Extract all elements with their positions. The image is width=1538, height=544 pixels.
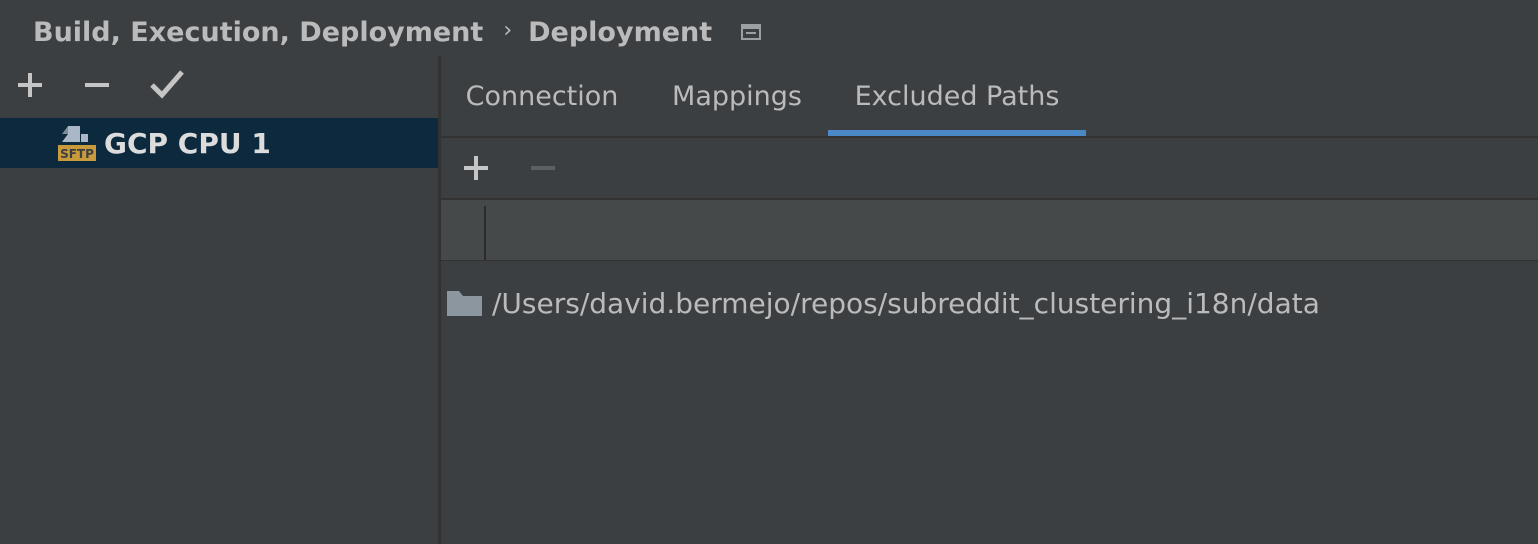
server-label: GCP CPU 1 [104, 126, 271, 160]
remove-excluded-path-button[interactable] [523, 148, 563, 188]
add-server-button[interactable] [10, 65, 50, 105]
window-icon [740, 21, 762, 43]
minus-icon [531, 166, 555, 170]
plus-icon [464, 156, 488, 180]
server-details-panel: Connection Mappings Excluded Paths /User… [441, 56, 1538, 544]
sftp-badge-text: SFTP [60, 147, 94, 161]
breadcrumb: Build, Execution, Deployment › Deploymen… [33, 12, 762, 52]
tab-mappings[interactable]: Mappings [646, 56, 828, 136]
excluded-paths-toolbar [441, 138, 1538, 200]
folder-icon [447, 291, 482, 316]
server-list-panel: SFTP GCP CPU 1 [0, 56, 438, 544]
minus-icon [85, 83, 109, 87]
excluded-path-text: /Users/david.bermejo/repos/subreddit_clu… [492, 286, 1320, 320]
server-list-toolbar [0, 56, 438, 114]
remove-server-button[interactable] [77, 65, 117, 105]
add-excluded-path-button[interactable] [456, 148, 496, 188]
excluded-path-row[interactable]: /Users/david.bermejo/repos/subreddit_clu… [441, 278, 1538, 328]
breadcrumb-current: Deployment [528, 16, 713, 48]
column-separator[interactable] [484, 206, 486, 260]
excluded-paths-table-header [441, 200, 1538, 261]
deployment-settings-page: Build, Execution, Deployment › Deploymen… [0, 0, 1538, 544]
breadcrumb-separator: › [503, 17, 513, 43]
tab-excluded-paths[interactable]: Excluded Paths [828, 56, 1086, 136]
tab-bar: Connection Mappings Excluded Paths [441, 56, 1538, 138]
server-item-gcp-cpu-1[interactable]: SFTP GCP CPU 1 [0, 118, 438, 168]
plus-icon [18, 73, 42, 97]
breadcrumb-parent[interactable]: Build, Execution, Deployment [33, 17, 483, 48]
tab-connection[interactable]: Connection [441, 56, 643, 136]
checkmark-icon [150, 70, 184, 99]
sftp-server-icon: SFTP [58, 124, 96, 162]
use-as-default-button[interactable] [147, 64, 187, 104]
